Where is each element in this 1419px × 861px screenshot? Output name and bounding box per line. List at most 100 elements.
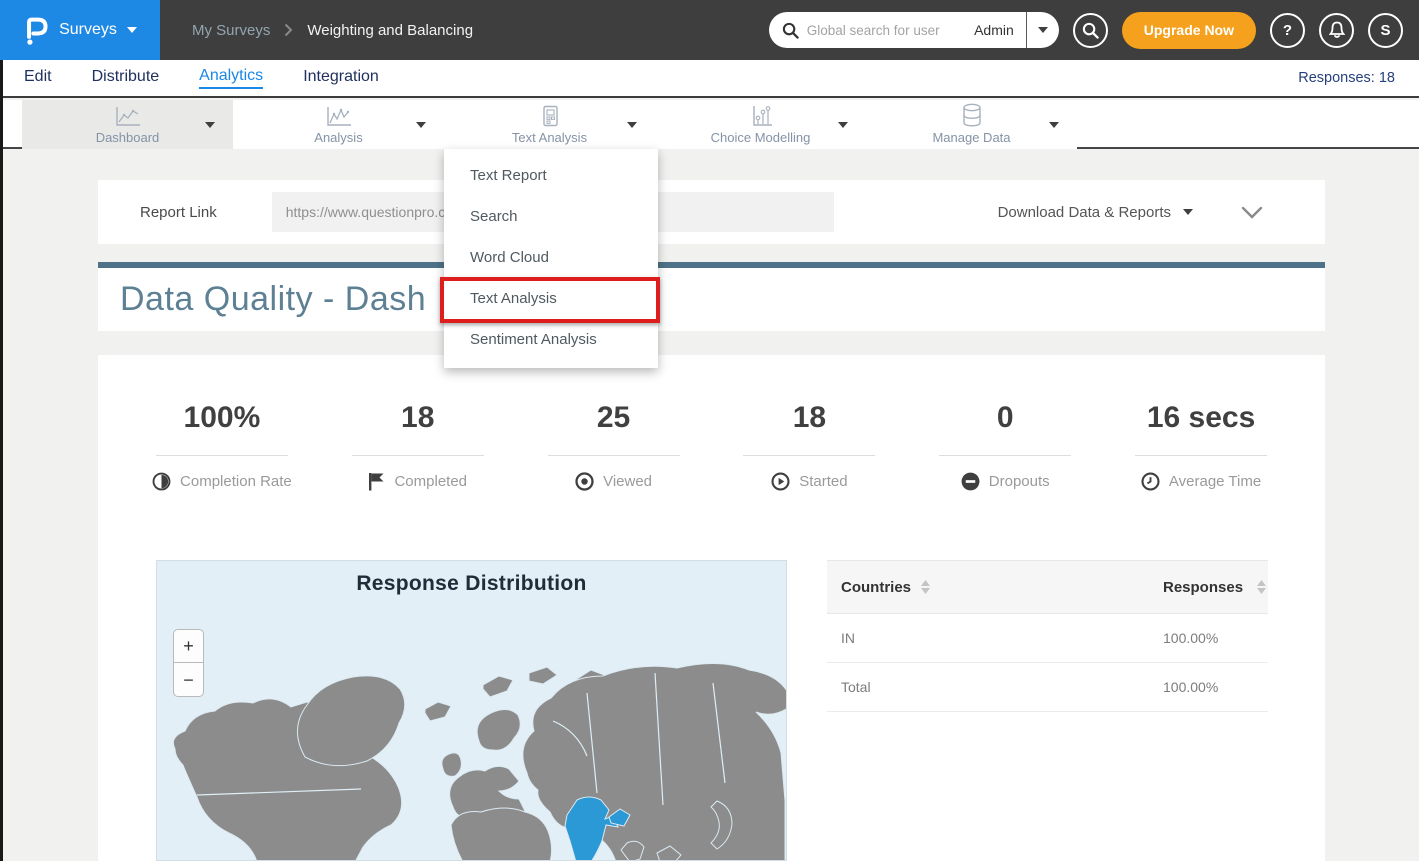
stat-value: 16 secs bbox=[1147, 401, 1255, 435]
clock-icon bbox=[1141, 472, 1160, 491]
app-window: Surveys My Surveys Weighting and Balanci… bbox=[0, 0, 1419, 861]
toolbar-item-analysis[interactable]: Analysis bbox=[233, 100, 444, 149]
stat-value: 18 bbox=[793, 401, 826, 435]
stat-label: Viewed bbox=[603, 473, 652, 490]
collapse-section-button[interactable] bbox=[1241, 206, 1263, 219]
stat-completed: 18 Completed bbox=[320, 401, 516, 491]
sort-icon[interactable] bbox=[1257, 580, 1266, 594]
search-icon bbox=[782, 22, 799, 39]
help-button[interactable]: ? bbox=[1270, 13, 1305, 48]
stat-label: Dropouts bbox=[989, 473, 1050, 490]
stat-viewed: 25 Viewed bbox=[516, 401, 712, 491]
chevron-down-icon[interactable] bbox=[416, 122, 426, 128]
search-input[interactable] bbox=[807, 23, 974, 38]
toolbar-item-label: Dashboard bbox=[96, 130, 160, 145]
toolbar-item-text-analysis[interactable]: Text Analysis bbox=[444, 100, 655, 149]
stat-value: 0 bbox=[997, 401, 1014, 435]
menu-item-search[interactable]: Search bbox=[444, 196, 658, 237]
zoom-in-button[interactable]: + bbox=[173, 629, 204, 663]
notifications-button[interactable] bbox=[1319, 13, 1354, 48]
chevron-down-icon bbox=[127, 27, 137, 33]
search-icon bbox=[1082, 22, 1099, 39]
toolbar-item-choice-modelling[interactable]: Choice Modelling bbox=[655, 100, 866, 149]
analytics-toolbar: Dashboard Analysis Text Analysis Choice … bbox=[0, 100, 1419, 149]
header-actions: Admin Upgrade Now ? S bbox=[769, 12, 1419, 49]
menu-item-word-cloud[interactable]: Word Cloud bbox=[444, 237, 658, 278]
flag-icon bbox=[368, 472, 385, 491]
country-cell: IN bbox=[841, 630, 855, 646]
contrast-icon bbox=[152, 472, 171, 491]
surveys-product-menu[interactable]: Surveys bbox=[0, 0, 160, 60]
toolbar-item-dashboard[interactable]: Dashboard bbox=[22, 100, 233, 149]
map-region-arctic-islands bbox=[529, 667, 557, 684]
upgrade-now-button[interactable]: Upgrade Now bbox=[1122, 12, 1256, 49]
table-row: IN 100.00% bbox=[827, 614, 1268, 663]
toolbar-item-manage-data[interactable]: Manage Data bbox=[866, 100, 1077, 149]
dashboard-title-card: Data Quality - Dash bbox=[98, 262, 1325, 331]
divider bbox=[1135, 455, 1267, 456]
tab-analytics[interactable]: Analytics bbox=[199, 67, 263, 89]
breadcrumb-current: Weighting and Balancing bbox=[307, 22, 473, 39]
analysis-chart-icon bbox=[326, 105, 352, 127]
global-search: Admin bbox=[769, 12, 1059, 48]
minus-icon bbox=[961, 472, 980, 491]
divider bbox=[548, 455, 680, 456]
toolbar-item-label: Choice Modelling bbox=[711, 130, 811, 145]
stat-average-time: 16 secs Average Time bbox=[1103, 401, 1299, 491]
text-analysis-dropdown-menu: Text Report Search Word Cloud Text Analy… bbox=[444, 149, 658, 368]
menu-item-sentiment-analysis[interactable]: Sentiment Analysis bbox=[444, 319, 658, 360]
report-link-bar: Report Link Download Data & Reports bbox=[98, 180, 1325, 244]
column-header-responses[interactable]: Responses bbox=[1163, 579, 1243, 596]
report-link-label: Report Link bbox=[140, 204, 217, 221]
questionpro-logo-icon bbox=[23, 13, 49, 47]
map-region-asia bbox=[523, 663, 787, 861]
chevron-right-icon bbox=[284, 23, 293, 37]
product-label: Surveys bbox=[59, 21, 117, 39]
tab-distribute[interactable]: Distribute bbox=[92, 68, 160, 88]
chevron-down-icon[interactable] bbox=[627, 122, 637, 128]
stat-value: 25 bbox=[597, 401, 630, 435]
stat-value: 18 bbox=[401, 401, 434, 435]
response-distribution-map[interactable]: Response Distribution + − bbox=[156, 560, 787, 861]
sort-icon[interactable] bbox=[921, 580, 930, 594]
responses-cell: 100.00% bbox=[1163, 679, 1218, 695]
menu-item-text-analysis[interactable]: Text Analysis bbox=[444, 278, 658, 319]
top-header: Surveys My Surveys Weighting and Balanci… bbox=[0, 0, 1419, 60]
stat-label: Started bbox=[799, 473, 847, 490]
search-scope-label: Admin bbox=[974, 22, 1026, 38]
tab-integration[interactable]: Integration bbox=[303, 68, 379, 88]
world-map[interactable] bbox=[157, 561, 787, 861]
breadcrumb-parent[interactable]: My Surveys bbox=[192, 22, 270, 39]
stat-value: 100% bbox=[184, 401, 261, 435]
tab-edit[interactable]: Edit bbox=[24, 68, 52, 88]
scatter-chart-icon bbox=[749, 105, 773, 127]
chevron-down-icon[interactable] bbox=[1049, 122, 1059, 128]
window-edge bbox=[0, 60, 3, 861]
database-icon bbox=[961, 105, 983, 127]
responses-cell: 100.00% bbox=[1163, 630, 1218, 646]
avatar[interactable]: S bbox=[1368, 13, 1403, 48]
map-region-greenland bbox=[297, 676, 404, 766]
zoom-out-button[interactable]: − bbox=[173, 663, 204, 697]
map-region-scandinavia bbox=[477, 709, 520, 750]
text-report-icon bbox=[540, 105, 560, 127]
chevron-down-icon bbox=[1241, 206, 1263, 219]
column-header-countries[interactable]: Countries bbox=[841, 579, 911, 596]
download-data-reports-label: Download Data & Reports bbox=[998, 204, 1171, 221]
toolbar-item-label: Manage Data bbox=[932, 130, 1010, 145]
country-cell: Total bbox=[841, 679, 871, 695]
chevron-down-icon[interactable] bbox=[838, 122, 848, 128]
dashboard-card: 100% Completion Rate 18 Completed 25 bbox=[98, 355, 1325, 861]
chevron-down-icon bbox=[1183, 209, 1193, 215]
play-icon bbox=[771, 472, 790, 491]
stat-dropouts: 0 Dropouts bbox=[907, 401, 1103, 491]
map-zoom-controls: + − bbox=[173, 629, 204, 697]
page-title: Data Quality - Dash bbox=[120, 280, 426, 319]
menu-item-text-report[interactable]: Text Report bbox=[444, 155, 658, 196]
table-row: Total 100.00% bbox=[827, 663, 1268, 712]
download-data-reports-menu[interactable]: Download Data & Reports bbox=[998, 204, 1193, 221]
search-button[interactable] bbox=[1073, 13, 1108, 48]
chevron-down-icon[interactable] bbox=[205, 122, 215, 128]
map-region-uk bbox=[442, 753, 462, 777]
search-scope-select[interactable] bbox=[1027, 12, 1059, 48]
